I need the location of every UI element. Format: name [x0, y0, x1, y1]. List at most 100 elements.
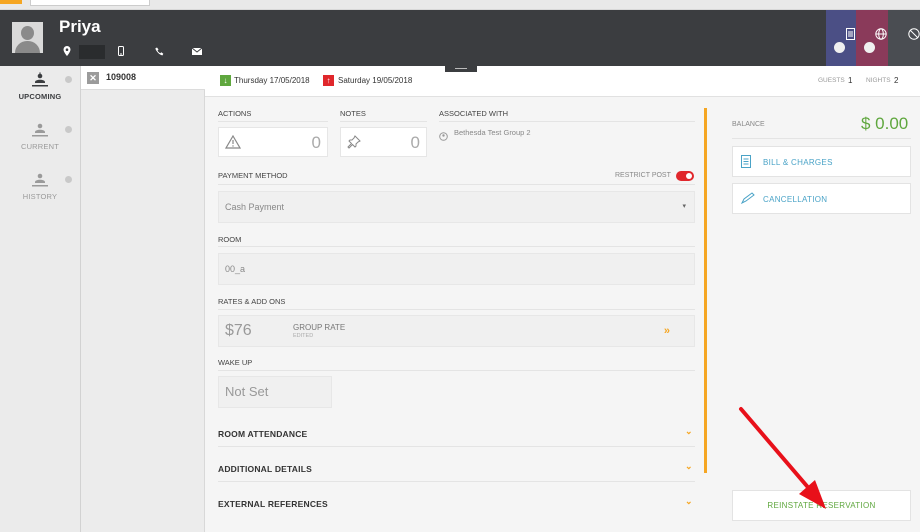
network-icon — [908, 28, 920, 43]
double-chevron-right-icon[interactable]: » — [664, 325, 670, 337]
divider — [218, 481, 695, 482]
nights-count[interactable]: 2 — [894, 76, 898, 85]
reservation-number: 109008 — [106, 72, 137, 82]
reservation-detail: ↓ Thursday 17/05/2018 ↑ Saturday 19/05/2… — [205, 66, 920, 532]
notes-count: 0 — [410, 133, 420, 152]
pencil-icon — [740, 192, 755, 207]
count-badge — [65, 126, 72, 133]
divider — [218, 121, 328, 122]
guests-label: GUESTS — [818, 77, 845, 84]
rate-name: GROUP RATE — [293, 323, 346, 332]
chevron-double-down-icon[interactable]: ⌄ — [685, 426, 693, 437]
status-dot — [864, 42, 875, 53]
balance-label: BALANCE — [732, 121, 765, 128]
document-icon — [846, 28, 855, 43]
section-room-attendance[interactable]: ROOM ATTENDANCE — [218, 429, 307, 439]
nights-label: NIGHTS — [866, 77, 891, 84]
section-additional-details[interactable]: ADDITIONAL DETAILS — [218, 464, 312, 474]
sidebar-item-label: UPCOMING — [18, 92, 62, 101]
guests-count[interactable]: 1 — [848, 76, 852, 85]
globe-icon — [875, 28, 887, 43]
actions-button[interactable]: 0 — [218, 127, 328, 157]
contact-icons — [59, 44, 205, 60]
sidebar: UPCOMING CURRENT HISTORY — [0, 66, 81, 532]
header-tile-settings[interactable] — [888, 10, 920, 66]
sidebar-item-label: CURRENT — [20, 142, 60, 151]
divider — [218, 370, 695, 371]
room-value: 00_a — [225, 264, 246, 274]
header-tile-guest[interactable] — [826, 10, 856, 66]
bill-charges-button[interactable]: BILL & CHARGES — [732, 146, 911, 177]
count-badge — [65, 76, 72, 83]
cancellation-label: CANCELLATION — [763, 195, 828, 204]
chevron-double-down-icon[interactable]: ⌄ — [685, 496, 693, 507]
arrival-date[interactable]: Thursday 17/05/2018 — [234, 76, 310, 85]
top-tab[interactable] — [30, 0, 150, 6]
reservation-list: ✕ 109008 — [81, 66, 205, 532]
associated-label: ASSOCIATED WITH — [439, 109, 509, 118]
divider — [340, 121, 427, 122]
balance-value: $ 0.00 — [861, 114, 909, 133]
sidebar-item-label: HISTORY — [22, 192, 58, 201]
close-icon[interactable]: ✕ — [87, 72, 99, 84]
avatar[interactable] — [12, 22, 43, 53]
pin-icon — [347, 135, 361, 154]
actions-label: ACTIONS — [218, 109, 252, 118]
drag-handle[interactable] — [445, 66, 477, 72]
status-dot — [834, 42, 845, 53]
sidebar-item-current[interactable]: CURRENT — [0, 122, 80, 162]
reinstate-label: REINSTATE RESERVATION — [767, 501, 876, 510]
divider — [218, 246, 695, 247]
brand-strip — [0, 0, 22, 4]
phone-icon[interactable] — [151, 47, 167, 58]
divider — [218, 309, 695, 310]
scroll-indicator[interactable] — [704, 108, 707, 473]
guest-name[interactable]: Priya — [59, 17, 101, 37]
payment-method-value: Cash Payment — [225, 202, 285, 212]
room-field[interactable]: 00_a — [218, 253, 695, 285]
list-item[interactable]: ✕ 109008 — [81, 66, 205, 90]
count-badge — [65, 176, 72, 183]
sidebar-item-upcoming[interactable]: UPCOMING — [0, 72, 80, 112]
notes-label: NOTES — [340, 109, 366, 118]
chevron-double-down-icon[interactable]: ⌄ — [685, 461, 693, 472]
warning-icon — [224, 134, 242, 154]
restrict-post-label: RESTRICT POST — [615, 172, 671, 179]
caret-down-icon: ▾ — [682, 203, 686, 210]
guest-header: Priya — [0, 10, 920, 66]
rates-label: RATES & ADD ONS — [218, 297, 286, 306]
wakeup-label: WAKE UP — [218, 358, 253, 367]
divider — [218, 184, 695, 185]
top-strip — [0, 0, 920, 10]
stay-dates-bar: ↓ Thursday 17/05/2018 ↑ Saturday 19/05/2… — [205, 66, 920, 97]
bill-charges-label: BILL & CHARGES — [763, 158, 833, 167]
rates-row[interactable]: $76 GROUP RATE EDITED » — [218, 315, 695, 347]
room-label: ROOM — [218, 235, 242, 244]
reinstate-reservation-button[interactable]: REINSTATE RESERVATION — [732, 490, 911, 521]
actions-count: 0 — [311, 133, 321, 152]
rate-amount: $76 — [225, 322, 252, 339]
cancellation-button[interactable]: CANCELLATION — [732, 183, 911, 214]
divider — [439, 121, 695, 122]
wakeup-field[interactable]: Not Set — [218, 376, 332, 408]
bill-icon — [741, 155, 751, 171]
header-tile-group[interactable] — [856, 10, 888, 66]
email-icon[interactable] — [189, 47, 205, 57]
departure-date[interactable]: Saturday 19/05/2018 — [338, 76, 412, 85]
divider — [732, 138, 911, 139]
associated-group[interactable]: Bethesda Test Group 2 — [454, 128, 531, 137]
wakeup-value: Not Set — [225, 384, 269, 399]
restrict-post-toggle[interactable] — [676, 171, 694, 181]
rate-status: EDITED — [293, 333, 314, 339]
mobile-phone-icon[interactable] — [113, 46, 129, 58]
departure-icon: ↑ — [323, 75, 334, 86]
location-pin-icon[interactable] — [59, 46, 75, 58]
notes-button[interactable]: 0 — [340, 127, 427, 157]
location-field[interactable] — [79, 45, 105, 59]
payment-method-label: PAYMENT METHOD — [218, 171, 288, 180]
divider — [218, 446, 695, 447]
sidebar-item-history[interactable]: HISTORY — [0, 172, 80, 212]
section-external-references[interactable]: EXTERNAL REFERENCES — [218, 499, 328, 509]
group-icon — [439, 128, 448, 146]
payment-method-select[interactable]: Cash Payment ▾ — [218, 191, 695, 223]
